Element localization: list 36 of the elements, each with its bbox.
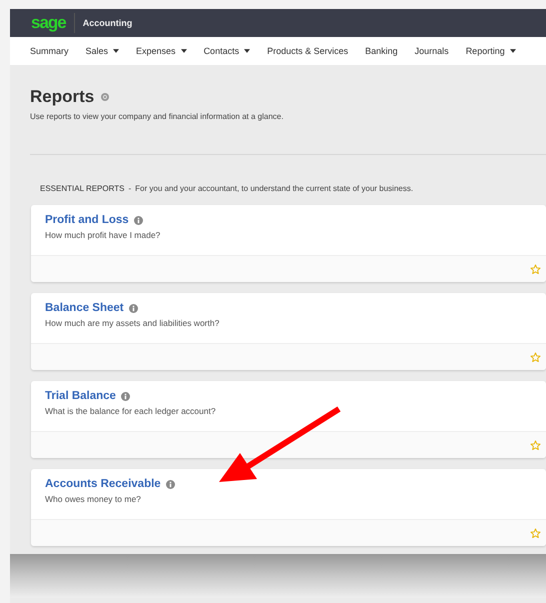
section-heading: ESSENTIAL REPORTS xyxy=(40,184,124,193)
product-name: Accounting xyxy=(82,18,132,28)
caret-icon xyxy=(180,49,187,53)
nav-item[interactable]: Banking xyxy=(365,46,398,56)
star-icon[interactable] xyxy=(530,352,541,362)
report-description: What is the balance for each ledger account? xyxy=(45,406,217,416)
separator-dash: - xyxy=(128,184,132,193)
nav-item[interactable]: Contacts xyxy=(204,46,250,56)
report-link[interactable]: Balance Sheet xyxy=(45,302,124,314)
caret-icon xyxy=(244,49,250,53)
caret-icon xyxy=(113,49,120,53)
section-description: For you and your accountant, to understand the current state of your business. xyxy=(135,184,414,193)
report-link[interactable]: Accounts Receivable xyxy=(45,478,161,490)
nav-item[interactable]: Summary xyxy=(30,46,69,56)
nav-item[interactable]: Journals xyxy=(414,46,449,56)
report-description: How much are my assets and liabilities worth? xyxy=(45,318,220,328)
star-icon[interactable] xyxy=(530,528,541,538)
page-title: Reports xyxy=(30,87,94,107)
info-icon[interactable] xyxy=(134,216,143,224)
star-icon[interactable] xyxy=(530,440,541,450)
report-description: How much profit have I made? xyxy=(45,230,162,240)
report-link[interactable]: Trial Balance xyxy=(45,390,116,402)
star-icon[interactable] xyxy=(530,264,541,274)
nav-item[interactable]: Reporting xyxy=(466,46,516,56)
nav-item[interactable]: Products & Services xyxy=(267,46,348,56)
caret-icon xyxy=(510,49,516,53)
info-icon[interactable] xyxy=(166,480,175,488)
info-icon[interactable] xyxy=(120,392,130,400)
page-subtitle: Use reports to view your company and financial information at a glance. xyxy=(30,112,284,121)
report-link[interactable]: Profit and Loss xyxy=(45,214,129,226)
nav-item[interactable]: Sales xyxy=(86,46,120,56)
logo[interactable]: sage xyxy=(31,13,75,33)
report-description: Who owes money to me? xyxy=(45,494,142,504)
info-icon[interactable] xyxy=(128,304,138,312)
help-icon[interactable] xyxy=(101,93,110,101)
nav-item[interactable]: Expenses xyxy=(136,46,187,56)
